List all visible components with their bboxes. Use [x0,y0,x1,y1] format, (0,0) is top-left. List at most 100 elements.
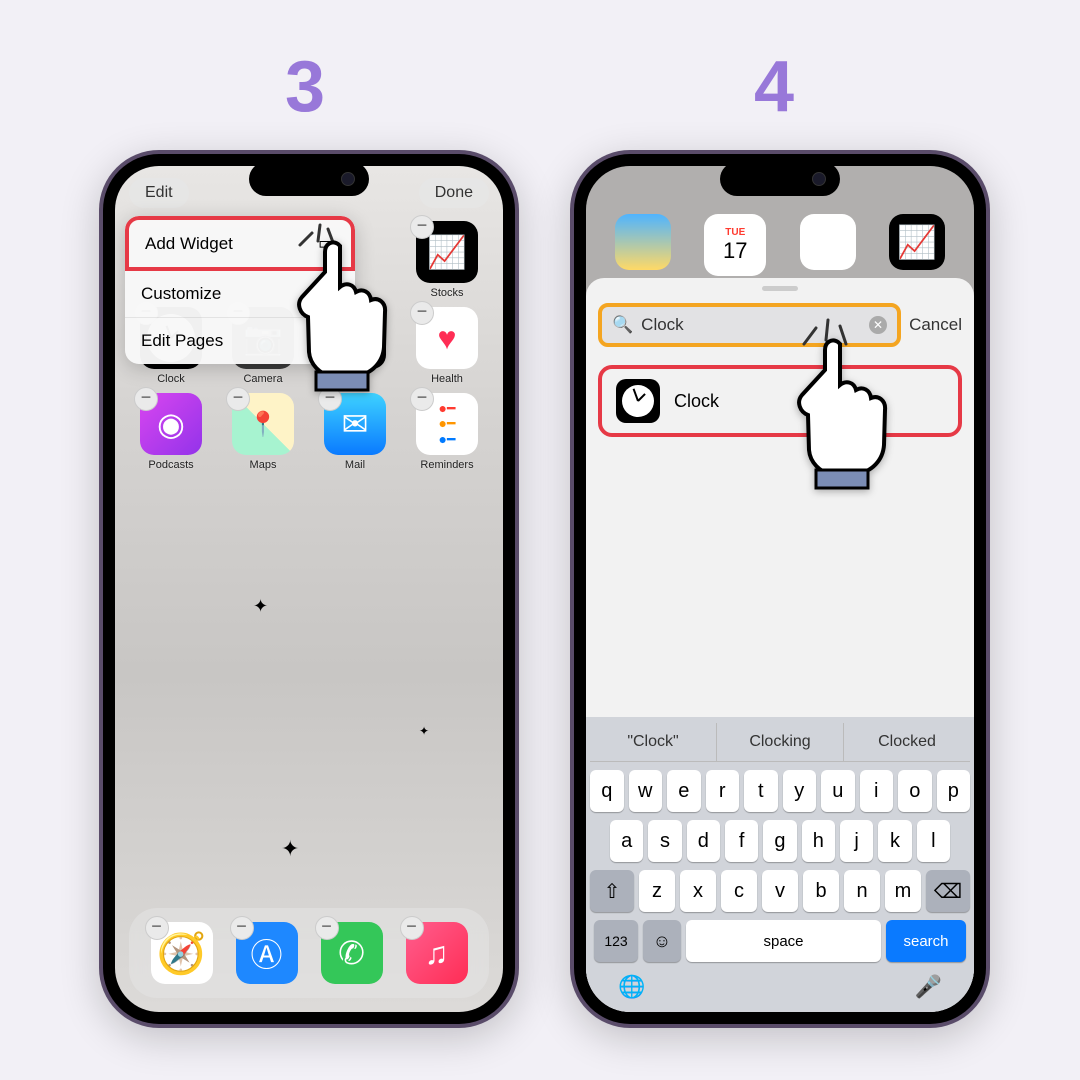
app-label: Mail [345,459,365,471]
key-row-3: ⇧ zxcvbnm ⌫ [590,870,970,912]
stocks-icon: 📈 [889,214,945,270]
music-icon: ♫ [425,935,449,972]
remove-badge-icon[interactable]: − [226,387,250,411]
key-h[interactable]: h [802,820,835,862]
space-key[interactable]: space [686,920,881,962]
suggestion[interactable]: Clocking [717,723,844,761]
menu-edit-pages[interactable]: Edit Pages [125,318,355,364]
remove-badge-icon[interactable]: − [315,916,339,940]
calendar-day: TUE [725,227,745,238]
suggestion[interactable]: "Clock" [590,723,717,761]
key-c[interactable]: c [721,870,757,912]
key-y[interactable]: y [783,770,817,812]
key-g[interactable]: g [763,820,796,862]
edit-button[interactable]: Edit [129,178,189,208]
sparkle-icon: ✦ [253,596,268,617]
remove-badge-icon[interactable]: − [318,387,342,411]
key-s[interactable]: s [648,820,681,862]
key-row-1: qwertyuiop [590,770,970,812]
phone-step-3: Edit Done 📈− Stocks − Clock 📷− Camera [99,150,519,1028]
key-l[interactable]: l [917,820,950,862]
key-b[interactable]: b [803,870,839,912]
app-health[interactable]: ♥− Health [403,307,491,385]
key-v[interactable]: v [762,870,798,912]
numbers-key[interactable]: 123 [594,920,638,962]
search-icon: 🔍 [612,315,633,335]
remove-badge-icon[interactable]: − [400,916,424,940]
clear-icon[interactable]: ✕ [869,316,887,334]
phone-step-4: TUE 17 ✿ 📈 🔍 Clock ✕ Cancel [570,150,990,1028]
backspace-key[interactable]: ⌫ [926,870,970,912]
key-m[interactable]: m [885,870,921,912]
remove-badge-icon[interactable]: − [145,916,169,940]
remove-badge-icon[interactable]: − [410,301,434,325]
key-p[interactable]: p [937,770,971,812]
remove-badge-icon[interactable]: − [230,916,254,940]
app-label: Health [431,373,463,385]
app-mail[interactable]: ✉− Mail [311,393,399,471]
step-number-4: 4 [754,46,794,128]
app-label: Camera [243,373,282,385]
widget-picker-screen: TUE 17 ✿ 📈 🔍 Clock ✕ Cancel [586,166,974,1012]
cancel-button[interactable]: Cancel [909,315,962,335]
emoji-key[interactable]: ☺ [643,920,681,962]
key-z[interactable]: z [639,870,675,912]
calendar-widget: TUE 17 [704,214,766,276]
key-i[interactable]: i [860,770,894,812]
dock-appstore[interactable]: Ⓐ− [236,922,298,984]
dock-phone[interactable]: ✆− [321,922,383,984]
key-w[interactable]: w [629,770,663,812]
remove-badge-icon[interactable]: − [410,387,434,411]
key-q[interactable]: q [590,770,624,812]
mail-icon: ✉ [342,405,369,443]
tap-indicator-lines [790,296,870,361]
shift-key[interactable]: ⇧ [590,870,634,912]
key-x[interactable]: x [680,870,716,912]
keyboard: "Clock" Clocking Clocked qwertyuiop asdf… [586,717,974,1012]
clock-app-icon [616,379,660,423]
key-e[interactable]: e [667,770,701,812]
globe-icon[interactable]: 🌐 [618,974,645,1000]
done-button[interactable]: Done [419,178,489,208]
suggestion-bar: "Clock" Clocking Clocked [590,723,970,762]
phone-icon: ✆ [338,934,365,972]
app-label: Maps [250,459,277,471]
key-t[interactable]: t [744,770,778,812]
search-result-clock[interactable]: Clock [598,365,962,437]
menu-customize[interactable]: Customize ◧ [125,271,355,318]
key-a[interactable]: a [610,820,643,862]
remove-badge-icon[interactable]: − [410,215,434,239]
key-k[interactable]: k [878,820,911,862]
app-label: Clock [157,373,185,385]
key-f[interactable]: f [725,820,758,862]
key-row-2: asdfghjkl [590,820,970,862]
app-stocks[interactable]: 📈− Stocks [403,221,491,299]
app-maps[interactable]: 📍− Maps [219,393,307,471]
dock-music[interactable]: ♫− [406,922,468,984]
sparkle-icon: ✦ [419,724,429,738]
app-reminders[interactable]: ●━●━●━− Reminders [403,393,491,471]
key-r[interactable]: r [706,770,740,812]
suggestion[interactable]: Clocked [844,723,970,761]
dock: 🧭− Ⓐ− ✆− ♫− [129,908,489,998]
key-o[interactable]: o [898,770,932,812]
tap-indicator-lines [290,205,350,260]
key-d[interactable]: d [687,820,720,862]
mic-icon[interactable]: 🎤 [915,974,942,1000]
search-key[interactable]: search [886,920,966,962]
step-number-3: 3 [285,46,325,128]
weather-icon [615,214,671,270]
maps-icon: 📍 [248,410,278,439]
key-n[interactable]: n [844,870,880,912]
app-podcasts[interactable]: ◉− Podcasts [127,393,215,471]
search-value: Clock [641,315,684,335]
sheet-grabber[interactable] [762,286,798,291]
result-label: Clock [674,391,719,412]
menu-label: Add Widget [145,234,233,254]
dock-safari[interactable]: 🧭− [151,922,213,984]
key-u[interactable]: u [821,770,855,812]
dynamic-island [720,162,840,196]
heart-icon: ♥ [438,320,457,357]
remove-badge-icon[interactable]: − [134,387,158,411]
key-j[interactable]: j [840,820,873,862]
